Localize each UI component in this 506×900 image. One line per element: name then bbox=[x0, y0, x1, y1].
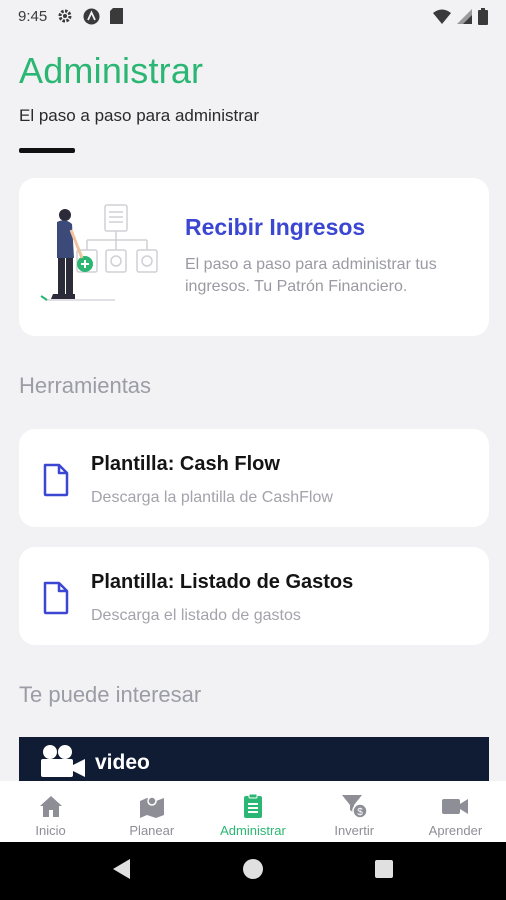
bottom-navigation: Inicio Planear Administrar $ Invertir Ap… bbox=[0, 781, 506, 842]
home-circle-icon[interactable] bbox=[242, 858, 264, 885]
recents-square-icon[interactable] bbox=[374, 859, 394, 884]
person-flowchart-illustration bbox=[35, 200, 185, 315]
document-icon bbox=[41, 581, 71, 615]
nav-item-aprender[interactable]: Aprender bbox=[405, 781, 506, 842]
video-banner[interactable]: video bbox=[19, 737, 489, 783]
nav-item-invertir[interactable]: $ Invertir bbox=[304, 781, 405, 842]
svg-text:$: $ bbox=[357, 807, 363, 818]
sd-card-icon bbox=[110, 8, 124, 24]
map-icon bbox=[139, 796, 164, 818]
home-icon bbox=[39, 796, 62, 817]
page-subtitle: El paso a paso para administrar bbox=[19, 106, 260, 125]
hero-card-recibir-ingresos[interactable]: Recibir Ingresos El paso a paso para adm… bbox=[19, 178, 489, 336]
nav-label: Invertir bbox=[334, 823, 375, 838]
hero-description: El paso a paso para administrar tus ingr… bbox=[185, 256, 437, 295]
tool-description: Descarga el listado de gastos bbox=[91, 607, 301, 624]
video-label: video bbox=[95, 751, 150, 774]
section-title-herramientas: Herramientas bbox=[19, 373, 152, 398]
a-badge-icon bbox=[83, 8, 100, 25]
title-underline bbox=[19, 148, 75, 153]
nav-item-planear[interactable]: Planear bbox=[101, 781, 202, 842]
nav-item-administrar[interactable]: Administrar bbox=[202, 781, 303, 842]
tool-title: Plantilla: Listado de Gastos bbox=[91, 571, 354, 593]
nav-item-inicio[interactable]: Inicio bbox=[0, 781, 101, 842]
page-title: Administrar bbox=[19, 50, 204, 91]
nav-label: Inicio bbox=[35, 823, 66, 838]
nav-label: Administrar bbox=[220, 823, 286, 838]
back-icon[interactable] bbox=[112, 858, 132, 885]
clipboard-icon bbox=[244, 793, 262, 818]
signal-icon bbox=[457, 8, 472, 24]
status-bar: 9:45 bbox=[0, 0, 506, 32]
gear-icon bbox=[57, 8, 73, 24]
hero-title: Recibir Ingresos bbox=[185, 214, 366, 240]
wifi-icon bbox=[433, 9, 451, 24]
document-icon bbox=[41, 463, 71, 497]
nav-label: Aprender bbox=[428, 823, 483, 838]
video-camera-icon bbox=[442, 799, 469, 814]
battery-icon bbox=[478, 7, 488, 25]
android-navigation-bar bbox=[0, 842, 506, 900]
tool-description: Descarga la plantilla de CashFlow bbox=[91, 489, 333, 506]
film-camera-icon bbox=[39, 743, 87, 779]
tool-title: Plantilla: Cash Flow bbox=[91, 453, 280, 475]
status-time: 9:45 bbox=[18, 7, 48, 25]
nav-label: Planear bbox=[129, 823, 175, 838]
tool-card-cash-flow[interactable]: Plantilla: Cash Flow Descarga la plantil… bbox=[19, 429, 489, 527]
tool-card-listado-gastos[interactable]: Plantilla: Listado de Gastos Descarga el… bbox=[19, 547, 489, 645]
section-title-te-puede-interesar: Te puede interesar bbox=[19, 682, 202, 707]
funnel-dollar-icon: $ bbox=[342, 795, 368, 819]
